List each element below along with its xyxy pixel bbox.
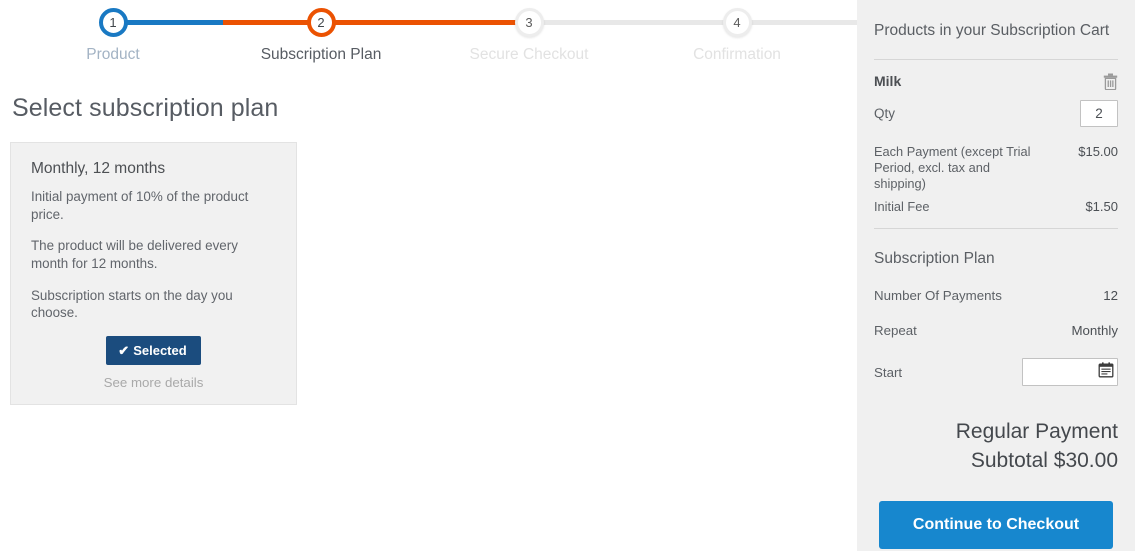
order-totals: Regular Payment Subtotal $30.00 bbox=[874, 406, 1118, 475]
cart-qty-row: Qty bbox=[874, 90, 1118, 127]
plan-selected-label: Selected bbox=[133, 343, 187, 359]
plan-start-text: Subscription starts on the day you choos… bbox=[31, 287, 233, 321]
detail-row-start: Start bbox=[874, 358, 1118, 387]
step-number-3: 3 bbox=[514, 8, 544, 37]
checkout-progress-stepper: 1 Product 2 Subscription Plan 3 Secure C… bbox=[0, 0, 938, 76]
step-label-secure-checkout: Secure Checkout bbox=[469, 46, 589, 63]
cart-product-name: Milk bbox=[874, 73, 902, 89]
cart-fees: Each Payment (except Trial Period, excl.… bbox=[874, 127, 1118, 215]
subtotal-value: Subtotal $30.00 bbox=[970, 448, 1118, 472]
cart-heading: Products in your Subscription Cart bbox=[874, 22, 1110, 39]
step-label-confirmation: Confirmation bbox=[693, 46, 781, 63]
main-content: Select subscription plan Monthly, 12 mon… bbox=[0, 76, 857, 406]
continue-to-checkout-button[interactable]: Continue to Checkout bbox=[879, 501, 1113, 550]
detail-value-repeat: Monthly bbox=[1071, 323, 1118, 339]
detail-value-number-of-payments: 12 bbox=[1103, 288, 1118, 304]
detail-row-repeat: Repeat Monthly bbox=[874, 323, 1118, 338]
cart-product-row: Milk bbox=[874, 60, 1118, 93]
fee-row: Each Payment (except Trial Period, excl.… bbox=[874, 144, 1118, 192]
fee-label-each-payment: Each Payment (except Trial Period, excl.… bbox=[874, 144, 1031, 192]
remove-product-button[interactable] bbox=[1103, 73, 1118, 93]
qty-label: Qty bbox=[874, 106, 896, 121]
plan-name: Monthly, 12 months bbox=[31, 160, 166, 177]
plan-initial-payment-text: Initial payment of 10% of the product pr… bbox=[31, 189, 249, 222]
step-label-subscription-plan: Subscription Plan bbox=[260, 46, 382, 63]
fee-value-initial-fee: $1.50 bbox=[1085, 199, 1118, 215]
step-number-1: 1 bbox=[98, 8, 128, 37]
subscription-cart-sidebar: Products in your Subscription Cart Milk bbox=[857, 0, 1135, 551]
step-number-2: 2 bbox=[306, 8, 336, 37]
step-number-4: 4 bbox=[722, 8, 752, 37]
calendar-picker-button[interactable] bbox=[1098, 362, 1114, 378]
stepper-step-subscription-plan[interactable]: 2 Subscription Plan bbox=[241, 0, 401, 64]
subscription-plan-page: 1 Product 2 Subscription Plan 3 Secure C… bbox=[0, 0, 1135, 551]
trash-icon bbox=[1103, 73, 1118, 93]
fee-value-each-payment: $15.00 bbox=[1078, 144, 1118, 159]
start-date-field bbox=[1022, 358, 1118, 387]
stepper-step-secure-checkout[interactable]: 3 Secure Checkout bbox=[449, 0, 609, 64]
fee-row: Initial Fee $1.50 bbox=[874, 199, 1118, 215]
calendar-icon bbox=[1098, 362, 1114, 381]
plan-delivery-text: The product will be delivered every mont… bbox=[31, 238, 238, 272]
detail-key-repeat: Repeat bbox=[874, 323, 917, 339]
subscription-plan-heading: Subscription Plan bbox=[874, 250, 995, 268]
check-icon: ✔ bbox=[118, 343, 130, 359]
step-label-product: Product bbox=[86, 46, 140, 63]
detail-row-number-of-payments: Number Of Payments 12 bbox=[874, 288, 1118, 303]
detail-key-start: Start bbox=[874, 364, 903, 380]
page-title: Select subscription plan bbox=[12, 94, 279, 122]
fee-label-initial-fee: Initial Fee bbox=[874, 199, 930, 215]
stepper-step-confirmation[interactable]: 4 Confirmation bbox=[657, 0, 817, 64]
detail-key-number-of-payments: Number Of Payments bbox=[874, 288, 1002, 304]
plan-selected-button[interactable]: ✔ Selected bbox=[106, 336, 201, 366]
qty-input[interactable] bbox=[1080, 100, 1118, 127]
regular-payment-label: Regular Payment bbox=[955, 420, 1118, 444]
subscription-plan-card[interactable]: Monthly, 12 months Initial payment of 10… bbox=[10, 142, 297, 406]
plan-actions: ✔ Selected See more details bbox=[31, 336, 276, 390]
see-more-details-link[interactable]: See more details bbox=[31, 375, 276, 390]
stepper-step-product[interactable]: 1 Product bbox=[33, 0, 193, 64]
